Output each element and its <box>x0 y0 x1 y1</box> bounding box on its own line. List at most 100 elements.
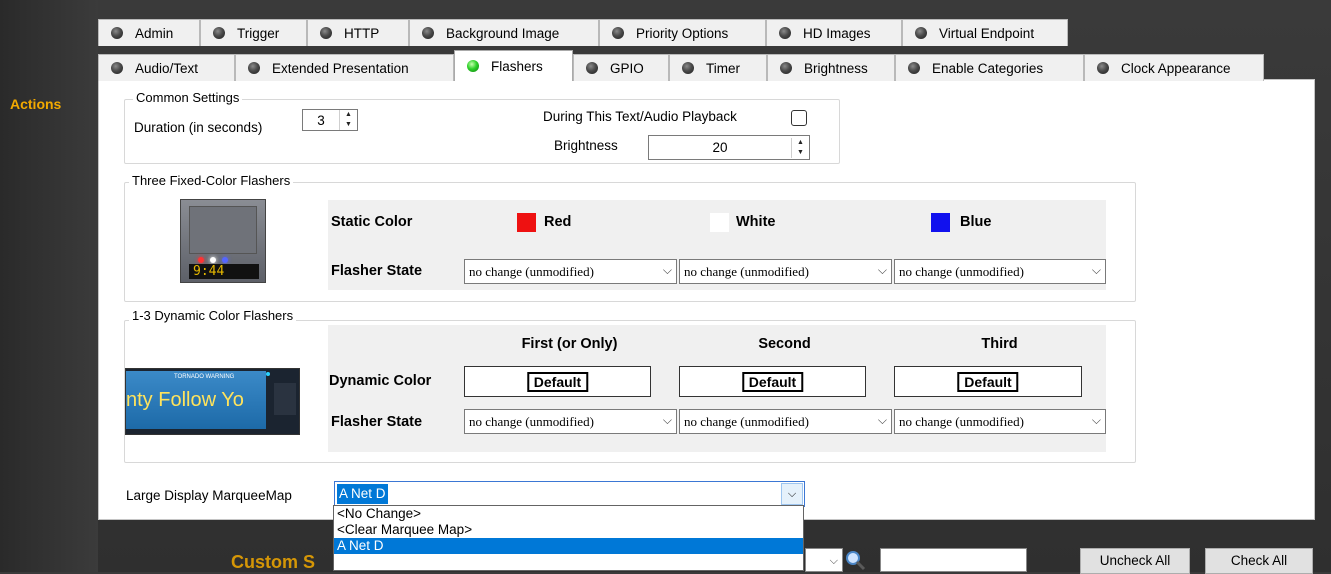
device-speaker-grille <box>189 206 257 254</box>
spin-down-icon[interactable]: ▼ <box>792 148 809 158</box>
tab-http[interactable]: HTTP <box>307 19 409 46</box>
led-icon <box>422 27 434 39</box>
spin-up-icon[interactable]: ▲ <box>340 110 357 120</box>
spin-down-icon[interactable]: ▼ <box>340 120 357 130</box>
device-scroll-text: nty Follow Yo <box>126 389 244 411</box>
chevron-down-icon[interactable]: ⌵ <box>781 483 803 505</box>
tab-row-1: Admin Trigger HTTP Background Image Prio… <box>98 19 1098 46</box>
fixed-state-select-1[interactable]: no change (unmodified) ⌵ <box>464 259 677 284</box>
duration-value: 3 <box>317 112 325 128</box>
led-icon <box>612 27 624 39</box>
option-clear-marquee-map[interactable]: <Clear Marquee Map> <box>334 522 803 538</box>
brightness-value: 20 <box>712 140 728 155</box>
led-icon <box>111 27 123 39</box>
tab-row-2: Audio/Text Extended Presentation Flasher… <box>98 50 1278 81</box>
dynamic-color-label: Dynamic Color <box>329 373 432 389</box>
chevron-down-icon: ⌵ <box>877 263 887 277</box>
led-icon <box>908 62 920 74</box>
led-icon <box>1097 62 1109 74</box>
led-icon <box>915 27 927 39</box>
led-icon <box>780 62 792 74</box>
marquee-map-label: Large Display MarqueeMap <box>126 488 292 503</box>
tab-clock-appearance[interactable]: Clock Appearance <box>1084 54 1264 81</box>
tab-admin[interactable]: Admin <box>98 19 200 46</box>
duration-spinner[interactable]: 3 ▲ ▼ <box>302 109 358 131</box>
marquee-map-select[interactable]: A Net D ⌵ <box>334 481 805 507</box>
device-headline: TORNADO WARNING <box>174 374 235 380</box>
dynamic-flasher-device-image: TORNADO WARNING nty Follow Yo <box>125 368 300 435</box>
tab-gpio[interactable]: GPIO <box>573 54 669 81</box>
search-icon[interactable] <box>843 549 867 571</box>
dynamic-color-picker-2[interactable]: Default <box>679 366 866 397</box>
flashers-panel: Common Settings Duration (in seconds) 3 … <box>98 79 1315 520</box>
tab-flashers[interactable]: Flashers <box>454 50 573 81</box>
tab-enable-categories[interactable]: Enable Categories <box>895 54 1084 81</box>
tab-audio-text[interactable]: Audio/Text <box>98 54 235 81</box>
dynamic-color-picker-1[interactable]: Default <box>464 366 651 397</box>
playback-label: During This Text/Audio Playback <box>543 109 737 124</box>
led-icon <box>320 27 332 39</box>
tab-virtual-endpoint[interactable]: Virtual Endpoint <box>902 19 1068 46</box>
dynamic-flasher-state-label: Flasher State <box>331 414 423 430</box>
chevron-down-icon: ⌵ <box>877 413 887 427</box>
check-all-button[interactable]: Check All <box>1205 548 1313 574</box>
fixed-flasher-state-label: Flasher State <box>331 263 423 279</box>
led-icon <box>111 62 123 74</box>
fixed-state-select-2[interactable]: no change (unmodified) ⌵ <box>679 259 892 284</box>
tab-extended-presentation[interactable]: Extended Presentation <box>235 54 454 81</box>
color-white-label: White <box>736 214 776 230</box>
device-side-panel <box>274 383 296 415</box>
white-led-icon <box>210 257 216 263</box>
chevron-down-icon: ⌵ <box>662 263 672 277</box>
tab-trigger[interactable]: Trigger <box>200 19 307 46</box>
column-first-header: First (or Only) <box>521 336 618 352</box>
playback-checkbox[interactable] <box>791 110 807 126</box>
led-icon <box>779 27 791 39</box>
spinner-arrows[interactable]: ▲ ▼ <box>339 110 357 130</box>
color-blue-label: Blue <box>960 214 992 230</box>
uncheck-all-button[interactable]: Uncheck All <box>1080 548 1190 574</box>
chevron-down-icon: ⌵ <box>662 413 672 427</box>
fixed-state-select-3[interactable]: no change (unmodified) ⌵ <box>894 259 1106 284</box>
dynamic-state-select-1[interactable]: no change (unmodified) ⌵ <box>464 409 677 434</box>
tab-hd-images[interactable]: HD Images <box>766 19 902 46</box>
actions-label: Actions <box>10 96 62 112</box>
tab-timer[interactable]: Timer <box>669 54 767 81</box>
spinner-arrows[interactable]: ▲ ▼ <box>791 137 809 158</box>
tab-background-image[interactable]: Background Image <box>409 19 599 46</box>
marquee-map-selected: A Net D <box>337 484 388 504</box>
option-a-net-d[interactable]: A Net D <box>334 538 803 554</box>
brightness-spinner[interactable]: 20 ▲ ▼ <box>648 135 810 160</box>
led-on-icon <box>467 60 479 72</box>
device-clock: 9:44 <box>189 264 259 279</box>
color-red-label: Red <box>544 214 572 230</box>
static-color-label: Static Color <box>331 214 413 230</box>
common-settings-title: Common Settings <box>133 90 243 105</box>
search-input[interactable] <box>880 548 1027 572</box>
brightness-label: Brightness <box>554 138 618 153</box>
bottom-select-chevron[interactable]: ⌵ <box>805 548 843 572</box>
spin-up-icon[interactable]: ▲ <box>792 138 809 148</box>
dynamic-state-select-3[interactable]: no change (unmodified) ⌵ <box>894 409 1106 434</box>
white-swatch <box>710 213 729 232</box>
chevron-down-icon: ⌵ <box>1091 413 1101 427</box>
led-icon <box>213 27 225 39</box>
red-swatch <box>517 213 536 232</box>
red-led-icon <box>198 257 204 263</box>
marquee-map-dropdown-list: <No Change> <Clear Marquee Map> A Net D <box>333 505 804 571</box>
left-sidebar <box>0 0 98 572</box>
device-screen: TORNADO WARNING nty Follow Yo <box>126 371 266 429</box>
led-icon <box>682 62 694 74</box>
blue-led-icon <box>222 257 228 263</box>
column-third-header: Third <box>981 336 1018 352</box>
tab-brightness[interactable]: Brightness <box>767 54 895 81</box>
option-no-change[interactable]: <No Change> <box>334 506 803 522</box>
tab-priority-options[interactable]: Priority Options <box>599 19 766 46</box>
blue-swatch <box>931 213 950 232</box>
dynamic-flashers-title: 1-3 Dynamic Color Flashers <box>129 308 297 323</box>
dynamic-state-select-2[interactable]: no change (unmodified) ⌵ <box>679 409 892 434</box>
duration-label: Duration (in seconds) <box>134 120 263 135</box>
dynamic-color-picker-3[interactable]: Default <box>894 366 1082 397</box>
led-icon <box>586 62 598 74</box>
column-second-header: Second <box>758 336 811 352</box>
